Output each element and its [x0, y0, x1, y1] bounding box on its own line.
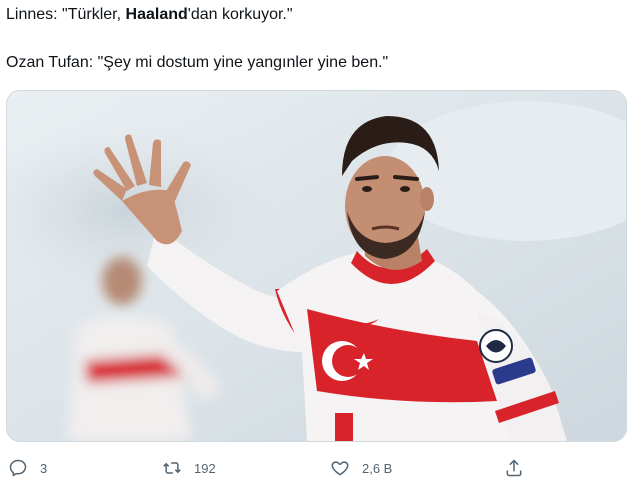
heart-icon	[331, 461, 349, 476]
retweet-count: 192	[194, 460, 216, 476]
retweet-button[interactable]: 192	[162, 455, 216, 481]
reply-count: 3	[40, 460, 48, 476]
tweet-text-prefix: Linnes: "Türkler,	[6, 6, 126, 23]
like-count: 2,6 B	[362, 460, 393, 476]
football-player-photo	[7, 91, 626, 441]
tweet-photo[interactable]	[6, 90, 627, 442]
tweet-text-suffix: 'dan korkuyor."	[187, 6, 293, 23]
tweet-text-line-1: Linnes: "Türkler, Haaland'dan korkuyor."	[6, 5, 293, 25]
tweet: Linnes: "Türkler, Haaland'dan korkuyor."…	[0, 0, 640, 489]
like-button[interactable]: 2,6 B	[330, 455, 392, 481]
share-icon	[506, 459, 522, 477]
tweet-text-mention: Haaland	[125, 6, 188, 23]
share-button[interactable]	[504, 455, 524, 481]
tweet-actions: 3 192 2,6 B	[0, 455, 640, 481]
reply-button[interactable]: 3	[8, 455, 47, 481]
tweet-text-line-2: Ozan Tufan: "Şey mi dostum yine yangınle…	[6, 54, 389, 71]
reply-icon	[9, 459, 27, 477]
retweet-icon	[163, 462, 181, 474]
